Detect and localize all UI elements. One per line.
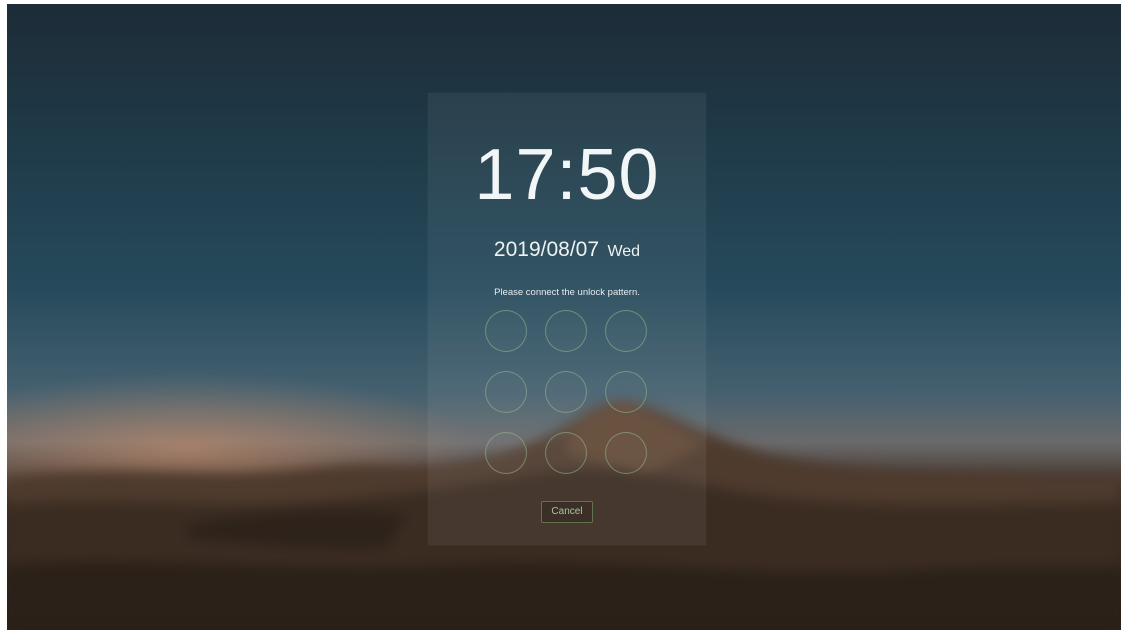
- pattern-dot-2[interactable]: [545, 310, 587, 352]
- pattern-dot-9[interactable]: [605, 432, 647, 474]
- date-row: 2019/08/07 Wed: [428, 237, 706, 265]
- pattern-dot-6[interactable]: [605, 371, 647, 413]
- cancel-button[interactable]: Cancel: [541, 501, 593, 523]
- pattern-dot-5[interactable]: [545, 371, 587, 413]
- pattern-dot-4[interactable]: [485, 371, 527, 413]
- clock-time: 17:50: [474, 135, 660, 215]
- unlock-panel: 17:50 2019/08/07 Wed Please connect the …: [428, 93, 706, 545]
- unlock-prompt: Please connect the unlock pattern.: [494, 287, 640, 298]
- unlock-pattern-grid[interactable]: [483, 309, 653, 479]
- date-text: 2019/08/07: [493, 238, 600, 261]
- weekday-text: Wed: [607, 243, 641, 260]
- pattern-dot-1[interactable]: [485, 310, 527, 352]
- pattern-dot-8[interactable]: [545, 432, 587, 474]
- pattern-dot-3[interactable]: [605, 310, 647, 352]
- pattern-dot-7[interactable]: [485, 432, 527, 474]
- lock-screen: 17:50 2019/08/07 Wed Please connect the …: [7, 4, 1121, 630]
